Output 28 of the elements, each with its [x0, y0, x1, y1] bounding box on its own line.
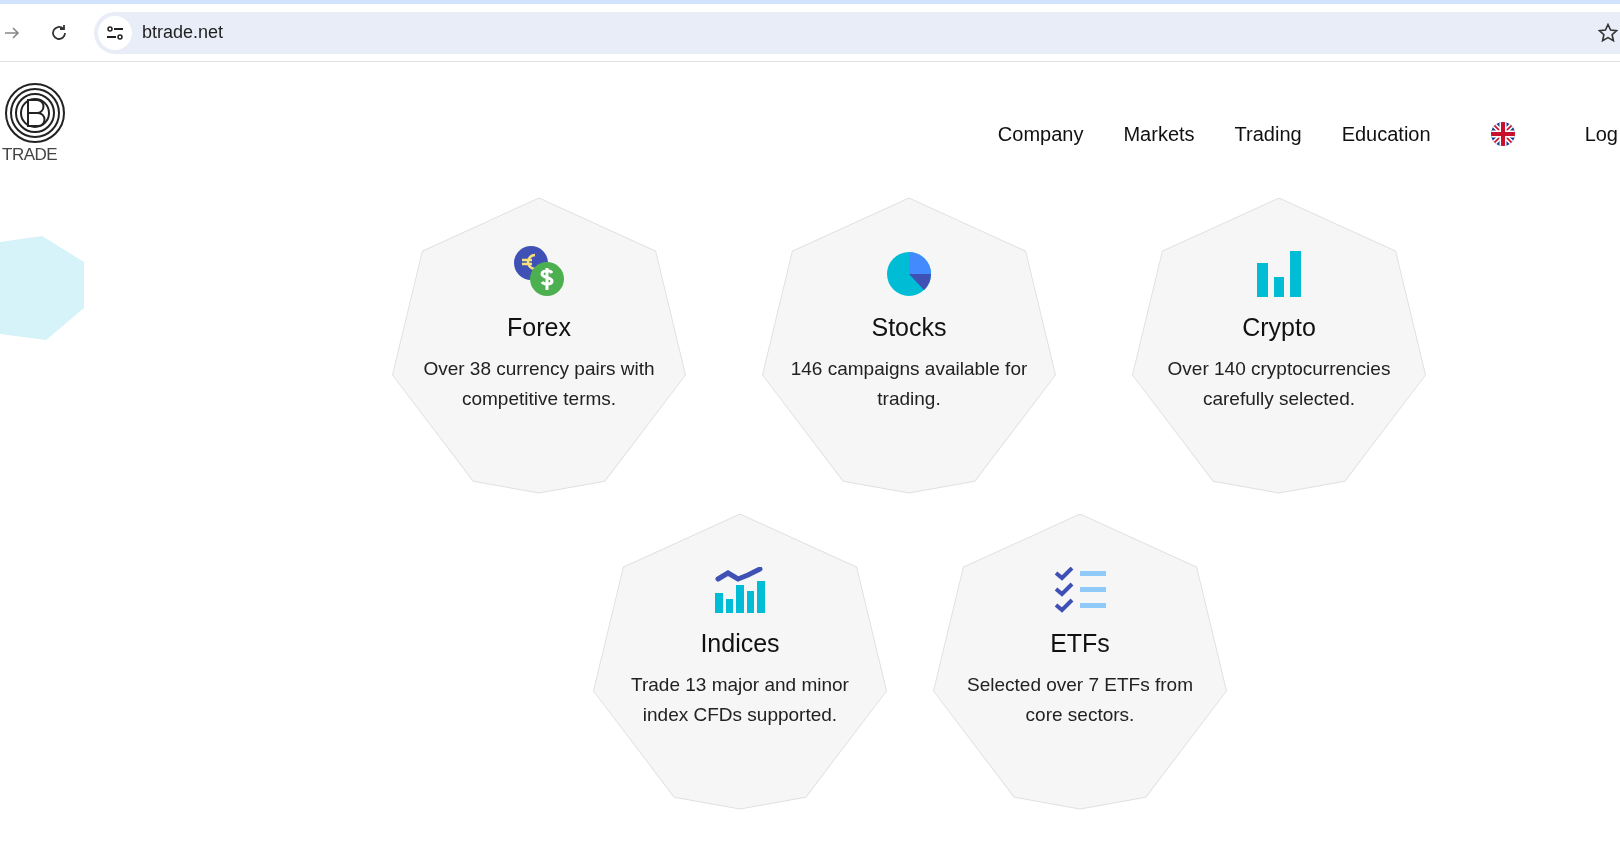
star-icon[interactable]	[1598, 22, 1618, 43]
market-description: 146 campaigns available for trading.	[789, 357, 1029, 411]
currency-coins-icon	[513, 244, 565, 297]
chart-trend-icon	[715, 566, 765, 613]
market-title: ETFs	[1050, 627, 1110, 659]
market-title: Stocks	[871, 311, 947, 343]
bar-chart-icon	[1256, 250, 1302, 297]
market-description: Over 140 cryptocurrencies carefully selected.	[1166, 357, 1392, 411]
nav-link[interactable]: Trading	[1234, 119, 1302, 149]
url-text: btrade.net	[142, 21, 224, 44]
market-title: Indices	[700, 627, 780, 659]
forward-icon[interactable]	[4, 24, 20, 41]
address-bar[interactable]: btrade.net	[94, 11, 1620, 54]
market-description: Over 38 currency pairs with competitive terms.	[422, 357, 656, 411]
site-settings-icon[interactable]	[98, 15, 132, 50]
checklist-icon	[1054, 566, 1106, 613]
pie-chart-icon	[886, 250, 932, 297]
market-title: Crypto	[1242, 311, 1316, 343]
nav-link[interactable]: Markets	[1123, 119, 1195, 149]
nav-link[interactable]: Education	[1341, 119, 1431, 149]
market-description: Trade 13 major and minor index CFDs supported.	[630, 673, 850, 727]
market-title: Forex	[507, 311, 571, 343]
nav-link[interactable]: Log	[1584, 119, 1618, 149]
nav-link[interactable]: Company	[997, 119, 1084, 149]
reload-icon[interactable]	[50, 23, 68, 42]
logo-text: TRADE	[2, 144, 58, 166]
market-description: Selected over 7 ETFs from core sectors.	[966, 673, 1194, 727]
uk-flag-icon[interactable]	[1490, 122, 1515, 146]
